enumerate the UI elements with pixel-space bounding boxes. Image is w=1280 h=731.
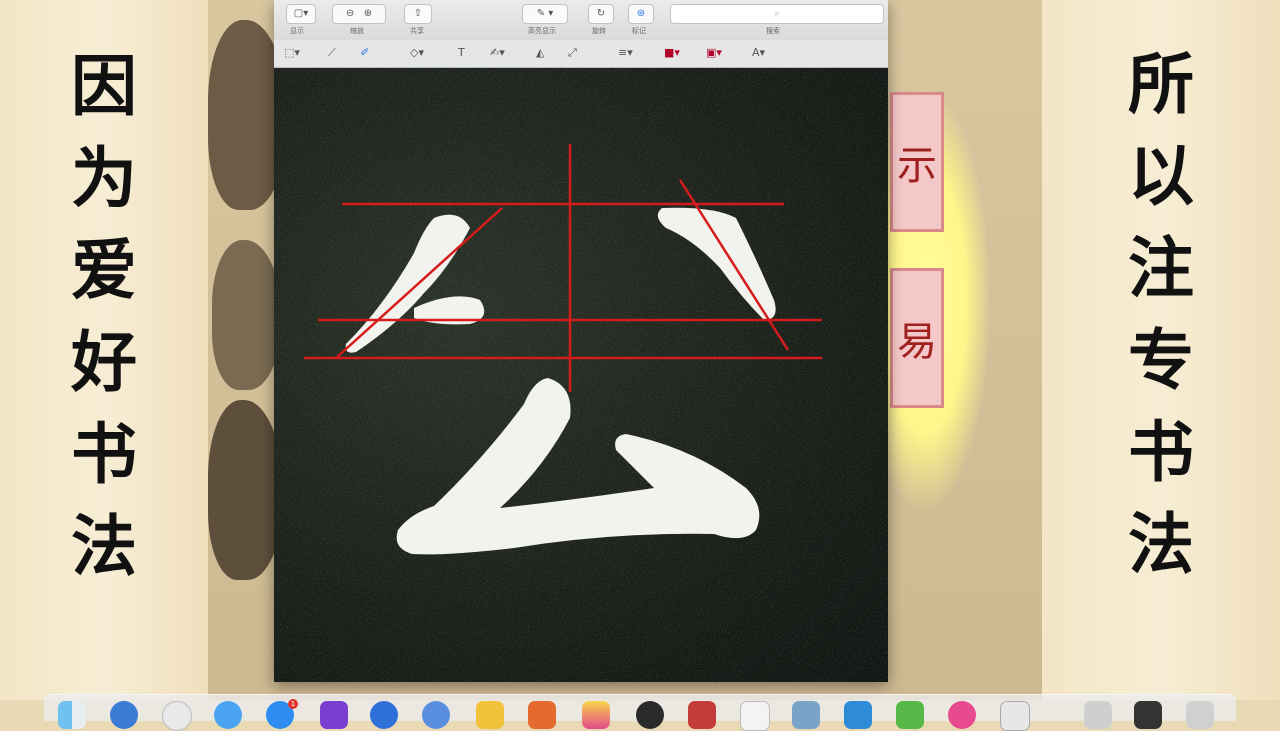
view-label: 显示 (290, 27, 304, 35)
left-char-2: 为 (71, 139, 137, 217)
adjust-size-icon[interactable]: ⤢ (568, 46, 577, 60)
notes-icon[interactable] (370, 701, 398, 729)
share-button[interactable]: ⇧ (404, 4, 432, 24)
mail-icon[interactable] (214, 701, 242, 729)
left-char-1: 因 (71, 47, 137, 125)
preview-window: ▢▾ 显示 ⊖ ⊕ 缩放 ⇧ 共享 ✎ ▾ 高亮显示 ↻ 旋转 ⊛ 标记 ⌕ 搜… (274, 0, 888, 682)
shapes-icon[interactable]: ◇▾ (410, 46, 424, 59)
adjust-color-icon[interactable]: ◭ (536, 46, 544, 59)
line-style-icon[interactable]: ≡▾ (618, 46, 633, 59)
highlight-label: 高亮显示 (528, 27, 556, 35)
dock: 1 (44, 694, 1236, 731)
dock-app-icon[interactable] (688, 701, 716, 729)
red-seal-stamp: 易 (890, 268, 944, 408)
border-color-icon[interactable]: ■▾ (664, 46, 680, 59)
left-char-5: 书 (71, 415, 137, 493)
right-char-2: 以 (1128, 137, 1194, 215)
markup-toolbar: ⬚▾ ⟋ ✐ ◇▾ T ✍▾ ◭ ⤢ ≡▾ ■▾ ▣▾ A▾ (274, 40, 888, 68)
right-char-5: 书 (1128, 413, 1194, 491)
music-icon[interactable] (528, 701, 556, 729)
markup-label: 标记 (632, 27, 646, 35)
search-label: 搜索 (766, 27, 780, 35)
dock-folder-icon[interactable] (1134, 701, 1162, 729)
safari-icon[interactable] (162, 701, 192, 731)
finder-icon[interactable] (58, 701, 86, 729)
preview-icon[interactable] (582, 701, 610, 729)
sketch-icon[interactable]: ⟋ (328, 46, 336, 60)
left-char-6: 法 (71, 507, 137, 585)
right-char-6: 法 (1128, 505, 1194, 583)
right-char-3: 注 (1128, 229, 1194, 307)
zoom-button-group[interactable]: ⊖ ⊕ (332, 4, 386, 24)
right-calligraphy-panel: 所 以 注 专 书 法 (1042, 0, 1280, 700)
messages-icon[interactable] (476, 701, 504, 729)
red-seal-stamp: 示 (890, 92, 944, 232)
view-menu-button[interactable]: ▢▾ (286, 4, 316, 24)
right-char-1: 所 (1128, 45, 1194, 123)
painting-rock (208, 400, 284, 580)
app-store-icon[interactable]: 1 (266, 699, 298, 729)
dock-app-icon[interactable] (896, 701, 924, 729)
zoom-label: 缩放 (350, 27, 364, 35)
stone-texture (274, 68, 888, 682)
rubbing-image (274, 68, 888, 682)
highlight-button[interactable]: ✎ ▾ (522, 4, 568, 24)
app-store-badge: 1 (288, 699, 298, 709)
left-calligraphy-panel: 因 为 爱 好 书 法 (0, 0, 208, 700)
preview-toolbar: ▢▾ 显示 ⊖ ⊕ 缩放 ⇧ 共享 ✎ ▾ 高亮显示 ↻ 旋转 ⊛ 标记 ⌕ 搜… (274, 0, 888, 41)
sign-icon[interactable]: ✍▾ (490, 46, 505, 59)
dock-app-icon[interactable] (740, 701, 770, 731)
painting-rock (212, 240, 282, 390)
dock-folder-icon[interactable] (1084, 701, 1112, 729)
image-canvas (274, 68, 888, 682)
share-label: 共享 (410, 27, 424, 35)
draw-icon[interactable]: ✐ (360, 46, 369, 59)
launchpad-icon[interactable] (110, 701, 138, 729)
right-char-4: 专 (1128, 321, 1194, 399)
fill-color-icon[interactable]: ▣▾ (706, 46, 722, 59)
left-calligraphy-text: 因 为 爱 好 书 法 (0, 40, 208, 592)
search-input[interactable]: ⌕ (670, 4, 884, 24)
text-icon[interactable]: T (458, 46, 465, 59)
rotate-button[interactable]: ↻ (588, 4, 614, 24)
left-char-3: 爱 (71, 231, 137, 309)
trash-icon[interactable] (1186, 701, 1214, 729)
right-calligraphy-text: 所 以 注 专 书 法 (1042, 38, 1280, 590)
dock-app-icon[interactable] (948, 701, 976, 729)
rotate-label: 旋转 (592, 27, 606, 35)
dock-app-icon[interactable] (792, 701, 820, 729)
photos-icon[interactable] (320, 701, 348, 729)
markup-button[interactable]: ⊛ (628, 4, 654, 24)
select-icon[interactable]: ⬚▾ (284, 46, 300, 59)
dock-app-icon[interactable] (844, 701, 872, 729)
dock-app-icon[interactable] (1000, 701, 1030, 731)
calendar-icon[interactable] (422, 701, 450, 729)
text-style-icon[interactable]: A▾ (752, 46, 765, 59)
left-char-4: 好 (71, 323, 137, 401)
terminal-icon[interactable] (636, 701, 664, 729)
